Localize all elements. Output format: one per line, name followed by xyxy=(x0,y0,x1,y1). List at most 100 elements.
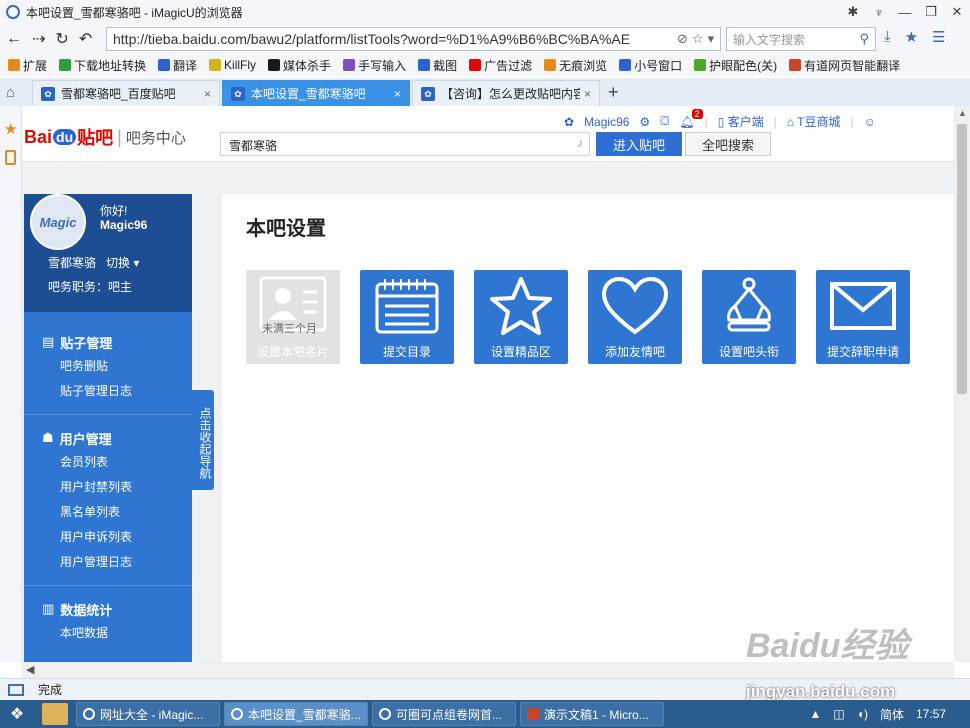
clock[interactable]: 17:57 xyxy=(916,707,946,721)
menu-icon[interactable]: ☰ xyxy=(932,28,945,46)
settings-icon[interactable]: ✱ xyxy=(840,4,866,20)
dropdown-icon[interactable]: ▾ xyxy=(708,31,715,47)
taskbar-task[interactable]: 演示文稿1 - Micro... xyxy=(520,702,664,726)
refresh-button[interactable]: ↻ xyxy=(55,29,68,49)
bookmark-item[interactable]: 有道网页智能翻译 xyxy=(789,57,900,74)
scrollbar-thumb[interactable] xyxy=(957,124,967,394)
search-input[interactable]: 输入文字搜索 ⚲ xyxy=(726,27,876,51)
gift-icon[interactable]: ⛋ xyxy=(660,114,669,129)
tray-arrow-icon[interactable]: ▲ xyxy=(809,707,821,721)
start-button[interactable]: ❖ xyxy=(0,700,34,728)
browser-logo-icon xyxy=(6,5,20,19)
tool-tile[interactable]: 提交目录 xyxy=(360,270,454,364)
favorites-icon[interactable]: ★ xyxy=(905,28,918,46)
favorites-rail: ★ xyxy=(0,106,22,662)
sidebar-item[interactable]: 黑名单列表 xyxy=(24,500,192,525)
close-icon[interactable]: × xyxy=(394,87,401,101)
close-button[interactable]: ✕ xyxy=(944,4,970,20)
minimize-button[interactable]: — xyxy=(892,5,918,20)
ime-indicator[interactable]: 简体 xyxy=(880,706,904,723)
notification-bell-icon[interactable]: 🔔︎ 2 xyxy=(679,108,703,129)
back-button[interactable]: ← xyxy=(6,30,22,48)
favorite-star-icon[interactable]: ☆ xyxy=(692,31,704,47)
avatar[interactable]: Magic xyxy=(30,194,86,250)
sidebar-item[interactable]: 用户管理日志 xyxy=(24,550,192,575)
bookmark-item[interactable]: 无痕浏览 xyxy=(544,57,607,74)
network-icon[interactable]: ◫ xyxy=(833,707,844,721)
sidebar-item[interactable]: 用户申诉列表 xyxy=(24,525,192,550)
microphone-icon[interactable]: ♪ xyxy=(577,136,583,150)
scroll-up-icon[interactable]: ▲ xyxy=(958,108,967,118)
tool-tile[interactable]: 设置精品区 xyxy=(474,270,568,364)
forward-button[interactable]: ⇢ xyxy=(32,29,45,49)
bookmark-item[interactable]: KillFly xyxy=(209,58,256,72)
settings-gear-icon[interactable]: ⚙ xyxy=(639,115,650,129)
skin-icon[interactable]: ♆ xyxy=(866,5,892,20)
enter-forum-button[interactable]: 进入贴吧 xyxy=(596,132,682,156)
switch-forum-link[interactable]: 切换 xyxy=(106,256,130,270)
bookmark-item[interactable]: 翻译 xyxy=(158,57,197,74)
search-icon[interactable]: ⚲ xyxy=(859,31,869,47)
sidebar-item[interactable]: 吧务删贴 xyxy=(24,354,192,379)
bookmark-label: 有道网页智能翻译 xyxy=(804,58,901,73)
browser-tab[interactable]: ✿ 本吧设置_雪都寒骆吧 × xyxy=(222,80,410,106)
tool-tile[interactable]: 添加友情吧 xyxy=(588,270,682,364)
bookmark-item[interactable]: 小号窗口 xyxy=(619,57,682,74)
search-all-button[interactable]: 全吧搜索 xyxy=(685,132,771,156)
download-icon[interactable]: ⤓ xyxy=(884,28,891,46)
task-label: 演示文稿1 - Micro... xyxy=(544,707,649,722)
vertical-scrollbar[interactable]: ▲ xyxy=(954,106,970,662)
killfly-icon xyxy=(209,59,222,71)
home-icon[interactable]: ⌂ xyxy=(6,84,32,101)
sidebar-item[interactable]: 会员列表 xyxy=(24,450,192,475)
bookmark-item[interactable]: 护眼配色(关) xyxy=(694,57,777,74)
browser-tab[interactable]: ✿ 【咨询】怎么更改贴吧内容 × xyxy=(412,80,600,106)
taskbar-task[interactable]: 本吧设置_雪都寒骆... xyxy=(224,702,368,726)
search-placeholder: 输入文字搜索 xyxy=(733,32,806,47)
restore-button[interactable]: ❐ xyxy=(918,4,944,20)
client-link[interactable]: ▯ 客户端 xyxy=(718,113,764,130)
mall-link[interactable]: ⌂ T豆商城 xyxy=(787,113,841,130)
taskbar-task[interactable]: 可圈可点组卷网首... xyxy=(372,702,516,726)
tool-tile[interactable]: 提交辞职申请 xyxy=(816,270,910,364)
bookmark-item[interactable]: 广告过滤 xyxy=(469,57,532,74)
explorer-icon[interactable] xyxy=(42,703,68,725)
notes-icon[interactable] xyxy=(5,150,16,165)
bookmark-item[interactable]: 扩展 xyxy=(8,57,47,74)
collapse-nav-tab[interactable]: 点击收起导航 xyxy=(192,390,214,490)
sidebar-item[interactable]: 本吧数据 xyxy=(24,621,192,646)
bookmark-item[interactable]: 截图 xyxy=(418,57,457,74)
task-label: 可圈可点组卷网首... xyxy=(396,707,503,722)
bookmark-label: 媒体杀手 xyxy=(283,58,332,73)
tieba-header: Bai du 贴吧 | 吧务中心 ✿ Magic96 ⚙ ⛋ 🔔︎ 2 | ▯ 客… xyxy=(22,106,954,162)
window-titlebar: 本吧设置_雪都寒骆吧 - iMagicU的浏览器 ✱ ♆ — ❐ ✕ xyxy=(0,0,970,24)
sidebar-item[interactable]: 贴子管理日志 xyxy=(24,379,192,404)
chevron-down-icon[interactable]: ▾ xyxy=(133,256,139,270)
bookmark-item[interactable]: 手写输入 xyxy=(343,57,406,74)
sidebar-item[interactable]: 用户封禁列表 xyxy=(24,475,192,500)
volume-icon[interactable]: ◖) xyxy=(857,707,868,721)
tieba-logo[interactable]: Bai du 贴吧 | 吧务中心 xyxy=(24,124,186,150)
scroll-left-icon[interactable]: ◀ xyxy=(26,663,34,676)
bookmark-item[interactable]: 媒体杀手 xyxy=(268,57,331,74)
new-tab-button[interactable]: + xyxy=(608,82,619,103)
close-icon[interactable]: × xyxy=(204,87,211,101)
undo-close-button[interactable]: ↶ xyxy=(79,29,92,49)
browser-icon xyxy=(379,708,391,720)
tool-tile[interactable]: 设置吧头衔 xyxy=(702,270,796,364)
user-avatar-small-icon[interactable]: ✿ xyxy=(564,115,574,129)
browser-tab[interactable]: ✿ 雪都寒骆吧_百度贴吧 × xyxy=(32,80,220,106)
taskbar-task[interactable]: 网址大全 - iMagic... xyxy=(76,702,220,726)
bookmark-item[interactable]: 下载地址转换 xyxy=(59,57,146,74)
address-bar[interactable]: http://tieba.baidu.com/bawu2/platform/li… xyxy=(106,27,721,51)
bookmark-label: 无痕浏览 xyxy=(559,58,608,73)
sidebar-section-title: 贴子管理 xyxy=(60,335,113,351)
emoji-icon[interactable]: ☺ xyxy=(864,115,876,129)
tieba-search-input[interactable]: 雪都寒骆 ♪ xyxy=(220,132,590,156)
address-url[interactable]: http://tieba.baidu.com/bawu2/platform/li… xyxy=(113,31,673,47)
favorites-star-icon[interactable]: ★ xyxy=(4,120,17,138)
user-icon: ☗ xyxy=(42,430,54,445)
user-name-link[interactable]: Magic96 xyxy=(584,115,629,129)
block-icon[interactable]: ⊘ xyxy=(677,31,688,47)
close-icon[interactable]: × xyxy=(584,87,591,101)
